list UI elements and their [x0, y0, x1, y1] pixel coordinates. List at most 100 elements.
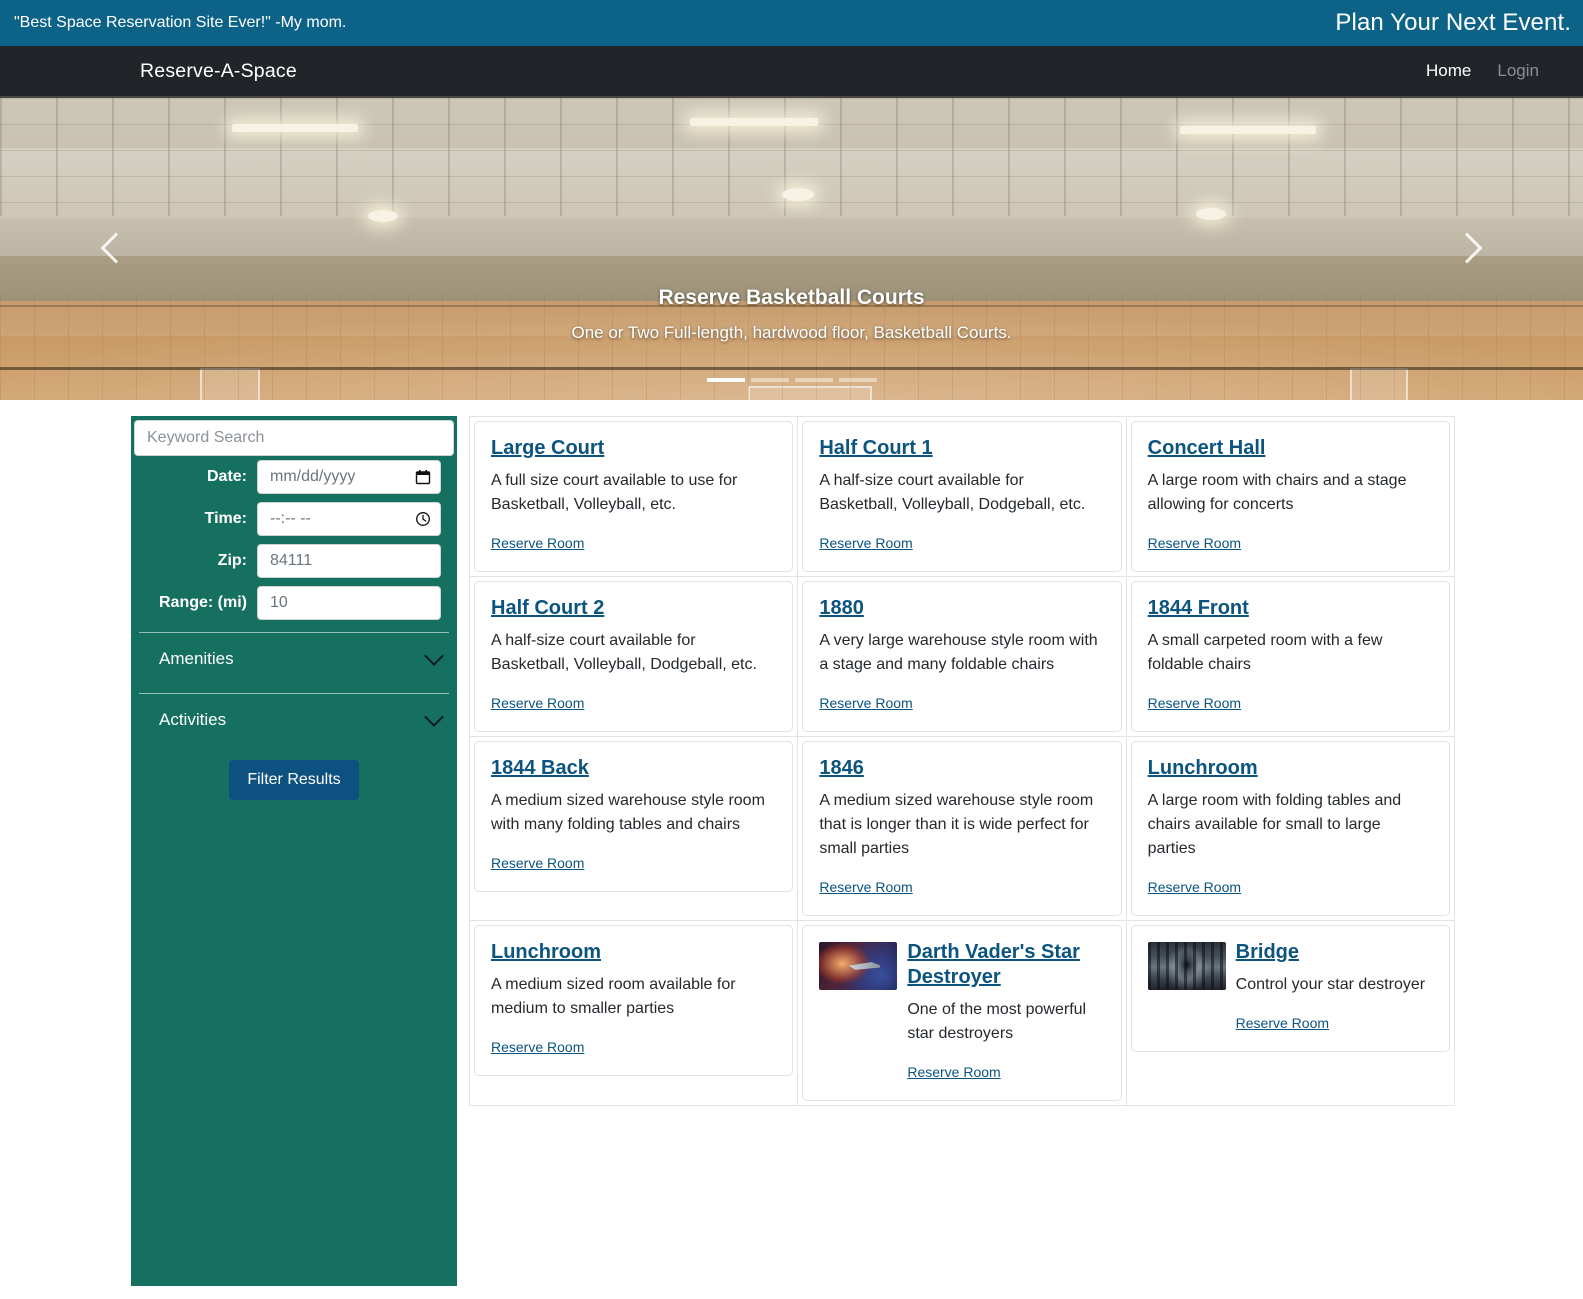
- room-card[interactable]: Large Court A full size court available …: [474, 421, 794, 572]
- room-title[interactable]: Lunchroom: [491, 940, 601, 965]
- zip-label: Zip:: [217, 552, 247, 569]
- carousel-next-button[interactable]: [1429, 96, 1505, 400]
- main-navbar: Reserve-A-Space Home Login: [0, 46, 1583, 96]
- room-card[interactable]: Half Court 1 A half-size court available…: [802, 421, 1122, 572]
- carousel-title: Reserve Basketball Courts: [658, 286, 925, 309]
- chevron-left-icon: [100, 232, 132, 264]
- room-title[interactable]: Lunchroom: [1148, 756, 1258, 781]
- room-title[interactable]: Bridge: [1236, 940, 1299, 965]
- room-title[interactable]: Darth Vader's Star Destroyer: [907, 940, 1104, 990]
- room-title[interactable]: Concert Hall: [1148, 436, 1266, 461]
- reserve-room-link[interactable]: Reserve Room: [491, 535, 584, 551]
- gymnasium-slide-image: [0, 96, 1583, 400]
- room-description: A large room with folding tables and cha…: [1147, 792, 1402, 857]
- reserve-room-link[interactable]: Reserve Room: [491, 695, 584, 711]
- room-card[interactable]: Lunchroom A medium sized room available …: [474, 925, 794, 1076]
- room-description: One of the most powerful star destroyers: [907, 1001, 1087, 1042]
- room-title[interactable]: Large Court: [491, 436, 604, 461]
- results-row: Lunchroom A medium sized room available …: [469, 921, 1455, 1106]
- nav-link-home[interactable]: Home: [1426, 61, 1471, 81]
- results-cell: Bridge Control your star destroyer Reser…: [1126, 921, 1455, 1106]
- carousel-indicator-3[interactable]: [794, 378, 833, 382]
- room-card[interactable]: 1844 Back A medium sized warehouse style…: [474, 741, 794, 892]
- room-card[interactable]: 1844 Front A small carpeted room with a …: [1130, 581, 1450, 732]
- carousel-prev-button[interactable]: [78, 96, 154, 400]
- filter-row-date: Date:: [131, 456, 457, 498]
- results-cell: 1844 Front A small carpeted room with a …: [1126, 577, 1455, 737]
- room-title[interactable]: Half Court 1: [819, 436, 932, 461]
- room-title[interactable]: Half Court 2: [491, 596, 604, 621]
- filter-row-zip: Zip:: [131, 540, 457, 582]
- reserve-room-link[interactable]: Reserve Room: [491, 1039, 584, 1055]
- tagline-cta: Plan Your Next Event.: [1335, 9, 1571, 36]
- results-row: 1844 Back A medium sized warehouse style…: [469, 737, 1455, 921]
- carousel-indicator-2[interactable]: [750, 378, 789, 382]
- results-cell: Darth Vader's Star Destroyer One of the …: [798, 921, 1127, 1106]
- range-input[interactable]: [257, 586, 441, 620]
- bridge-thumbnail: [1147, 942, 1226, 990]
- room-card[interactable]: Concert Hall A large room with chairs an…: [1130, 421, 1450, 572]
- date-input[interactable]: [257, 460, 441, 494]
- reserve-room-link[interactable]: Reserve Room: [1236, 1015, 1329, 1031]
- time-input[interactable]: [257, 502, 441, 536]
- room-title[interactable]: 1844 Back: [491, 756, 589, 781]
- room-card[interactable]: 1846 A medium sized warehouse style room…: [802, 741, 1122, 916]
- room-description: Control your star destroyer: [1235, 976, 1426, 993]
- reserve-room-link[interactable]: Reserve Room: [907, 1064, 1000, 1080]
- carousel-indicator-4[interactable]: [838, 378, 877, 382]
- reserve-room-link[interactable]: Reserve Room: [819, 535, 912, 551]
- filter-sidebar: Date: Time: Zip:: [131, 416, 457, 1286]
- reserve-room-link[interactable]: Reserve Room: [819, 695, 912, 711]
- chevron-down-icon: [424, 707, 444, 727]
- filter-row-range: Range: (mi): [131, 582, 457, 624]
- results-cell: 1846 A medium sized warehouse style room…: [798, 737, 1127, 921]
- results-cell: 1880 A very large warehouse style room w…: [798, 577, 1127, 737]
- room-title[interactable]: 1844 Front: [1148, 596, 1249, 621]
- accordion-amenities-label: Amenities: [159, 649, 234, 668]
- carousel-caption: Reserve Basketball Courts One or Two Ful…: [0, 286, 1583, 343]
- carousel-indicator-1[interactable]: [706, 378, 745, 382]
- reserve-room-link[interactable]: Reserve Room: [491, 855, 584, 871]
- room-card[interactable]: Darth Vader's Star Destroyer One of the …: [802, 925, 1122, 1101]
- room-description: A half-size court available for Basketba…: [819, 472, 1086, 513]
- results-grid: Large Court A full size court available …: [457, 416, 1583, 1106]
- room-description: A large room with chairs and a stage all…: [1147, 472, 1407, 513]
- zip-input[interactable]: [257, 544, 441, 578]
- results-cell: Lunchroom A large room with folding tabl…: [1126, 737, 1455, 921]
- reserve-room-link[interactable]: Reserve Room: [819, 879, 912, 895]
- reserve-room-link[interactable]: Reserve Room: [1148, 879, 1241, 895]
- results-cell: Concert Hall A large room with chairs an…: [1126, 416, 1455, 577]
- chevron-down-icon: [424, 646, 444, 666]
- room-card[interactable]: Half Court 2 A half-size court available…: [474, 581, 794, 732]
- room-title[interactable]: 1880: [819, 596, 864, 621]
- filter-results-button[interactable]: Filter Results: [229, 760, 359, 800]
- room-card[interactable]: Bridge Control your star destroyer Reser…: [1130, 925, 1450, 1052]
- accordion-amenities[interactable]: Amenities: [131, 633, 457, 685]
- room-card[interactable]: 1880 A very large warehouse style room w…: [802, 581, 1122, 732]
- keyword-search-input[interactable]: [134, 420, 454, 456]
- results-cell: 1844 Back A medium sized warehouse style…: [469, 737, 799, 921]
- accordion-activities[interactable]: Activities: [131, 694, 457, 746]
- site-brand[interactable]: Reserve-A-Space: [140, 60, 297, 83]
- accordion-activities-label: Activities: [159, 710, 227, 729]
- reserve-room-link[interactable]: Reserve Room: [1148, 535, 1241, 551]
- date-label: Date:: [206, 468, 247, 485]
- nav-link-login[interactable]: Login: [1497, 61, 1539, 81]
- room-description: A half-size court available for Basketba…: [491, 632, 757, 673]
- filter-button-wrap: Filter Results: [131, 746, 457, 800]
- reserve-room-link[interactable]: Reserve Room: [1148, 695, 1241, 711]
- results-cell: Half Court 2 A half-size court available…: [469, 577, 799, 737]
- tagline-bar: "Best Space Reservation Site Ever!" -My …: [0, 0, 1583, 46]
- room-card[interactable]: Lunchroom A large room with folding tabl…: [1130, 741, 1450, 916]
- carousel-subtitle: One or Two Full-length, hardwood floor, …: [571, 323, 1012, 342]
- room-title[interactable]: 1846: [819, 756, 864, 781]
- carousel-indicators: [0, 378, 1583, 382]
- results-cell: Large Court A full size court available …: [469, 416, 799, 577]
- filter-row-time: Time:: [131, 498, 457, 540]
- results-cell: Lunchroom A medium sized room available …: [469, 921, 799, 1106]
- page-body: Date: Time: Zip:: [0, 400, 1583, 1286]
- room-description: A medium sized warehouse style room that…: [819, 792, 1094, 857]
- hero-carousel[interactable]: Reserve Basketball Courts One or Two Ful…: [0, 96, 1583, 400]
- results-cell: Half Court 1 A half-size court available…: [798, 416, 1127, 577]
- time-label: Time:: [204, 510, 247, 527]
